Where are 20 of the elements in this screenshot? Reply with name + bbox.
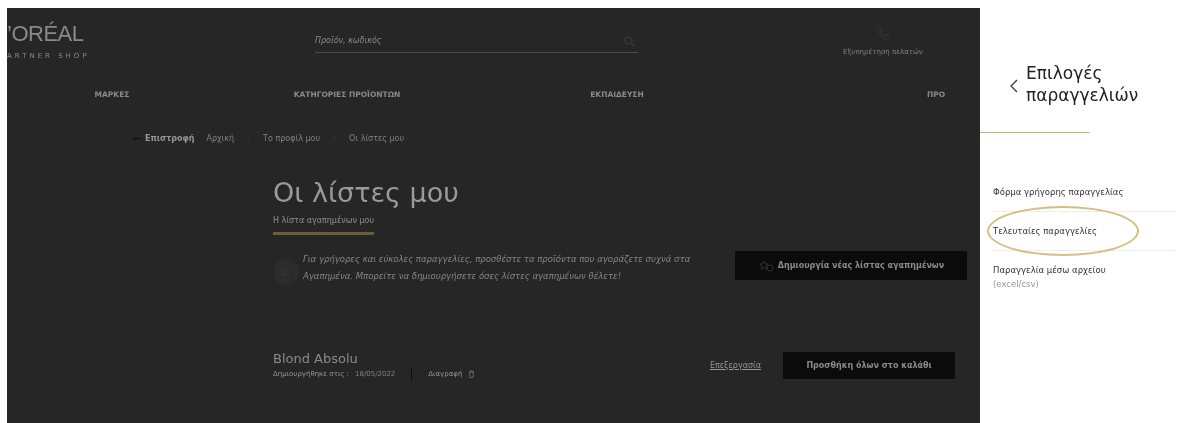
page-title: Οι λίστες μου [273, 177, 460, 208]
breadcrumb-link[interactable]: Οι λίστες μου [349, 134, 405, 143]
back-link[interactable]: Επιστροφή [132, 134, 195, 143]
menu-item[interactable]: Τελευταίες παραγγελίες [993, 212, 1175, 251]
search-field[interactable]: Προϊόν, κωδικός [315, 29, 638, 53]
add-all-to-cart-button[interactable]: Προσθήκη όλων στο καλάθι [783, 352, 955, 379]
tab[interactable]: Η λίστα αγαπημένων μου [273, 208, 375, 235]
menu-item[interactable]: Φόρμα γρήγορης παραγγελίας [993, 173, 1175, 212]
star-plus-icon [757, 259, 774, 272]
brand-logo[interactable]: ’ORÉAL [7, 22, 157, 46]
info-text: Για γρήγορες και εύκολες παραγγελίες, προσθέστε τα προϊόντα που αγοράζετε συχνά στα Αγαπημένα. Μπορείτε να δημιουργήσετε όσες λίστες αγαπημένων θέλετε! [303, 253, 692, 283]
breadcrumb-link[interactable]: Αρχική [206, 134, 235, 143]
drawer-title: Επιλογές παραγγελιών [1026, 62, 1140, 106]
create-list-button[interactable]: Δημιουργία νέας λίστας αγαπημένων [735, 251, 967, 280]
trash-icon[interactable] [468, 370, 476, 378]
list-name: Blond Absolu [273, 351, 359, 366]
breadcrumb-link[interactable]: Το προφίλ μου [263, 134, 321, 143]
edit-link[interactable]: Επεξεργασία [709, 361, 761, 370]
back-chevron-icon[interactable] [1010, 79, 1018, 93]
menu-item[interactable]: Παραγγελία μέσω αρχείου (excel/csv) [993, 251, 1175, 303]
